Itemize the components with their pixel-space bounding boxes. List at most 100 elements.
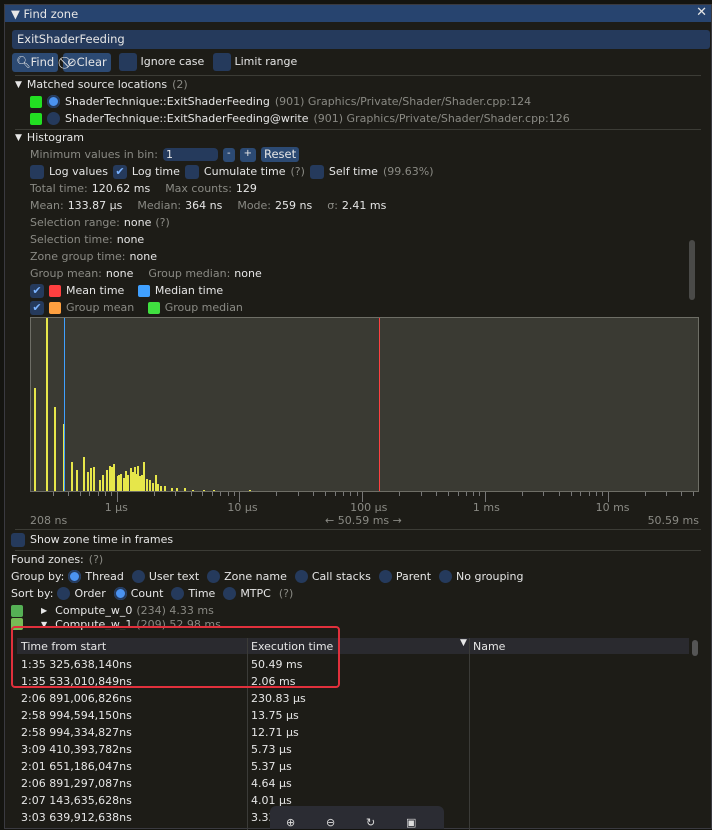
reset-button[interactable]: Reset xyxy=(261,147,300,162)
selection-range-row: Selection range: none (?) xyxy=(30,214,170,231)
found-zones-title: Found zones: (?) xyxy=(11,551,103,568)
label: σ: xyxy=(327,199,338,212)
title-bar[interactable]: ▼ Find zone ✕ xyxy=(5,5,711,22)
group-by-radio[interactable] xyxy=(439,570,453,583)
thread-name: Compute_w_0 xyxy=(55,604,133,617)
group-by-radio[interactable] xyxy=(378,570,392,583)
self-time-checkbox[interactable] xyxy=(309,164,324,179)
increment-button[interactable]: + xyxy=(239,147,256,162)
group-checkbox[interactable]: ✔ xyxy=(30,300,44,315)
show-frames-checkbox[interactable]: Show zone time in frames xyxy=(11,531,173,548)
search-input[interactable]: ExitShaderFeeding xyxy=(12,30,710,49)
axis-tick xyxy=(570,492,572,496)
legend-row-2: ✔ Group mean Group median xyxy=(30,299,243,316)
sort-by-radio[interactable] xyxy=(57,587,71,600)
group-by-radio[interactable] xyxy=(131,570,145,583)
histogram-bar xyxy=(54,406,57,491)
help-icon[interactable]: (?) xyxy=(279,587,293,600)
collapse-icon[interactable]: ▼ xyxy=(11,7,24,21)
location-name: ShaderTechnique::ExitShaderFeeding@write xyxy=(65,112,309,125)
sort-by-radio[interactable] xyxy=(223,587,237,600)
axis-tick xyxy=(644,492,646,496)
clear-button[interactable]: ⃠⊘Clear xyxy=(63,53,111,72)
sort-by-radio[interactable] xyxy=(113,587,127,600)
table-row[interactable]: 3:09 410,393,782ns 5.73 µs xyxy=(17,741,689,758)
rotate-icon[interactable]: ↻ xyxy=(366,816,375,829)
sort-by-label: Order xyxy=(74,587,106,600)
axis-tick xyxy=(420,492,422,496)
label: Log values xyxy=(49,165,108,178)
clear-label: Clear xyxy=(76,55,107,69)
axis-tick xyxy=(465,492,467,496)
thread-item[interactable]: ▶ Compute_w_0 (234) 4.33 ms xyxy=(11,602,214,619)
help-icon[interactable]: (?) xyxy=(89,553,103,566)
table-row[interactable]: 2:58 994,594,150ns 13.75 µs xyxy=(17,707,689,724)
location-item[interactable]: ShaderTechnique::ExitShaderFeeding (901) … xyxy=(30,93,531,110)
find-button[interactable]: 🔍︎Find xyxy=(12,53,59,72)
axis-tick xyxy=(350,492,352,496)
axis-tick xyxy=(297,492,299,496)
axis-tick xyxy=(175,492,177,496)
section-title: Histogram xyxy=(26,131,84,144)
viewer-toolbar: ⊕ ⊖ ↻ ▣ xyxy=(270,806,444,829)
zoom-out-icon[interactable]: ⊖ xyxy=(326,816,335,829)
cumulate-time-checkbox[interactable] xyxy=(184,164,199,179)
time-from-start: 3:03 639,912,638ns xyxy=(21,811,132,824)
help-icon[interactable]: (?) xyxy=(155,216,169,229)
actual-size-icon[interactable]: ▣ xyxy=(406,816,416,829)
window-scrollbar[interactable] xyxy=(689,80,697,815)
total-time: 120.62 ms xyxy=(91,182,151,195)
location-item[interactable]: ShaderTechnique::ExitShaderFeeding@write… xyxy=(30,110,570,127)
mean: 133.87 µs xyxy=(67,199,123,212)
sigma: 2.41 ms xyxy=(341,199,387,212)
label: Median time xyxy=(154,284,224,297)
label: Selection range: xyxy=(30,216,120,229)
expand-icon[interactable]: ▶ xyxy=(41,606,47,615)
log-values-checkbox[interactable] xyxy=(30,164,44,179)
column-header-name[interactable]: Name xyxy=(473,640,505,653)
table-row[interactable]: 2:06 891,297,087ns 4.64 µs xyxy=(17,775,689,792)
limit-range-checkbox[interactable]: Limit range xyxy=(213,53,297,71)
location-info: (901) Graphics/Private/Shader/Shader.cpp… xyxy=(313,112,570,125)
mean-median-checkbox[interactable]: ✔ xyxy=(30,283,44,298)
group-by-label: Thread xyxy=(85,570,124,583)
value: none xyxy=(129,250,157,263)
histogram-bar xyxy=(142,461,145,491)
histogram-bar xyxy=(76,469,79,491)
axis-tick xyxy=(202,492,204,496)
axis-tick xyxy=(104,492,106,496)
section-title: Matched source locations xyxy=(26,78,168,91)
group-by-radio[interactable] xyxy=(68,570,82,583)
table-row[interactable]: 2:58 994,334,827ns 12.71 µs xyxy=(17,724,689,741)
min-values-input[interactable]: 1 xyxy=(163,148,218,161)
search-icon: 🔍︎ xyxy=(16,55,31,69)
label: Mean time xyxy=(66,284,125,297)
ignore-case-checkbox[interactable]: Ignore case xyxy=(119,53,204,71)
sort-desc-icon: ▼ xyxy=(460,638,467,648)
thread-info: (234) 4.33 ms xyxy=(136,604,214,617)
min-values-row: Minimum values in bin: 1- + Reset xyxy=(30,146,300,163)
group-by-radio[interactable] xyxy=(207,570,221,583)
histogram-plot[interactable] xyxy=(30,317,699,492)
table-row[interactable]: 2:06 891,006,826ns 230.83 µs xyxy=(17,690,689,707)
radio[interactable] xyxy=(47,112,60,125)
log-time-checkbox[interactable]: ✔ xyxy=(112,164,127,179)
help-icon[interactable]: (?) xyxy=(291,165,305,178)
scroll-thumb[interactable] xyxy=(689,240,695,300)
radio[interactable] xyxy=(47,95,60,108)
axis-tick xyxy=(479,492,481,496)
zoom-in-icon[interactable]: ⊕ xyxy=(286,816,295,829)
histogram-header[interactable]: ▼ Histogram xyxy=(15,129,84,146)
group-by-row: Group by: Thread User text Zone name Call st… xyxy=(11,568,527,585)
sort-by-row: Sort by: Order Count Time MTPC (?) xyxy=(11,585,293,602)
close-icon[interactable]: ✕ xyxy=(696,5,707,20)
time-from-start: 2:58 994,594,150ns xyxy=(21,709,132,722)
sort-by-radio[interactable] xyxy=(171,587,185,600)
table-row[interactable]: 2:01 651,186,047ns 5.37 µs xyxy=(17,758,689,775)
decrement-button[interactable]: - xyxy=(223,147,235,162)
matched-locations-header[interactable]: ▼ Matched source locations (2) xyxy=(15,76,188,93)
stats-row: Mean: 133.87 µs Median: 364 ns Mode: 259 ns… xyxy=(30,197,386,214)
group-by-radio[interactable] xyxy=(294,570,308,583)
axis-tick xyxy=(227,492,229,496)
execution-time: 230.83 µs xyxy=(251,692,306,705)
